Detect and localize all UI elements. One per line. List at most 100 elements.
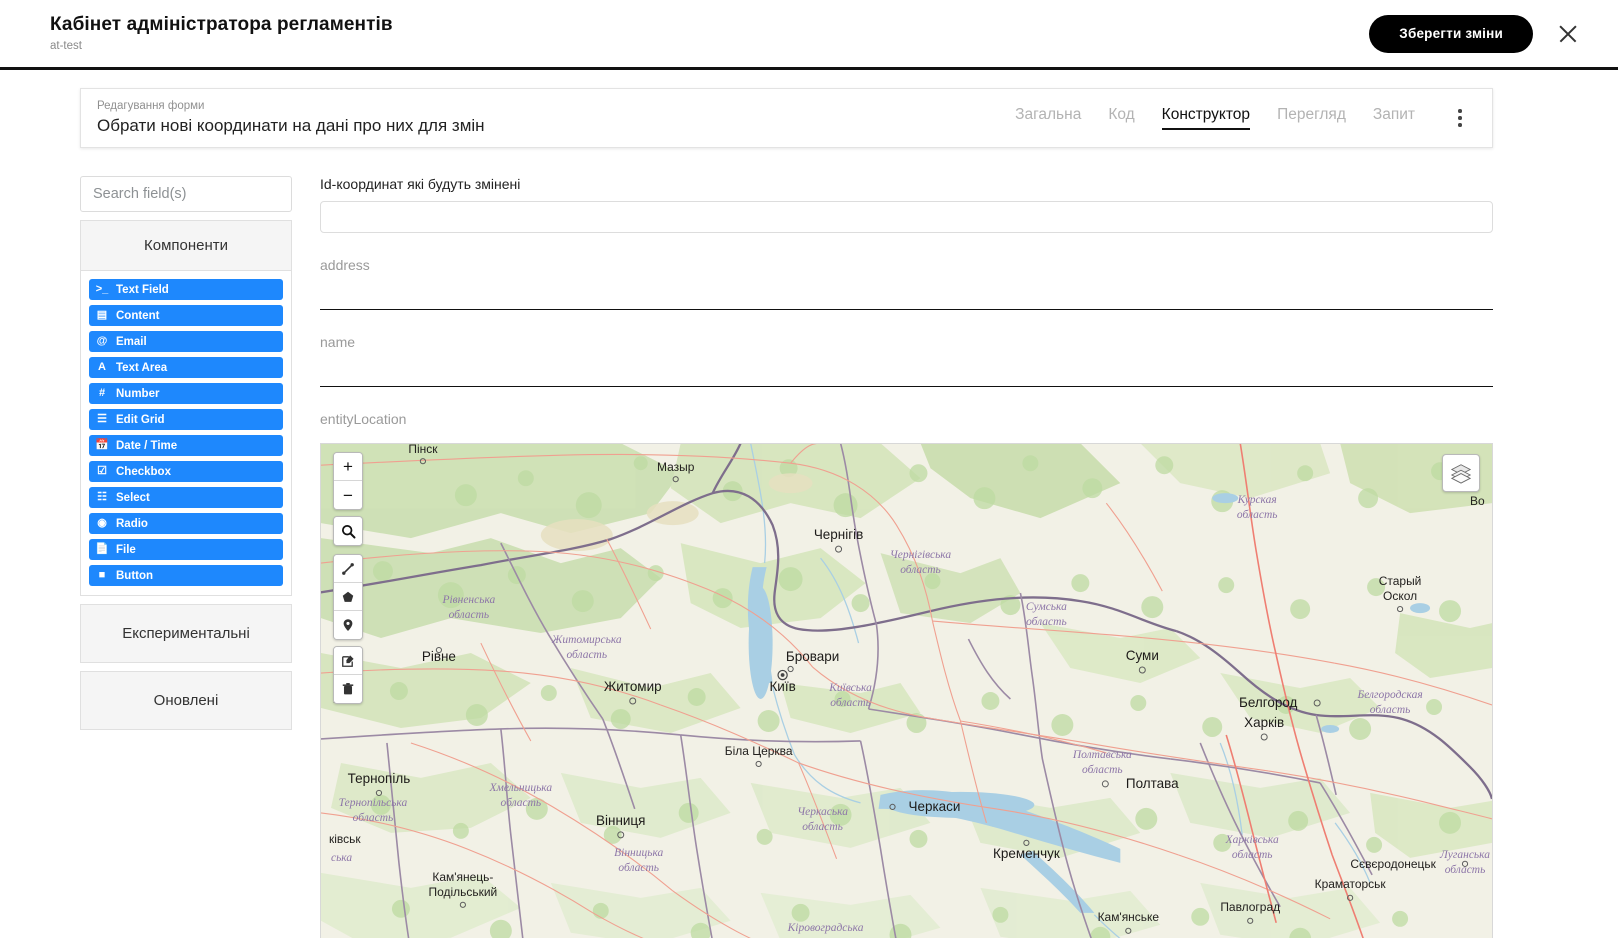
component-label: Radio (116, 517, 148, 530)
tab-kod[interactable]: Код (1108, 106, 1134, 130)
component-label: File (116, 543, 136, 556)
checkbox-icon: ☑ (97, 465, 107, 477)
components-sidebar: Компоненти >_ Text Field ▤ Content @ Ema… (80, 176, 292, 938)
edit-icon[interactable] (334, 647, 362, 675)
svg-text:Кам'янське: Кам'янське (1098, 910, 1160, 924)
svg-text:Пінск: Пінск (408, 444, 438, 456)
field-label: address (320, 257, 370, 273)
component-button[interactable]: ■ Button (89, 565, 283, 586)
component-text-area[interactable]: A Text Area (89, 357, 283, 378)
tab-pereglyad[interactable]: Перегляд (1277, 106, 1346, 130)
svg-text:Чернігів: Чернігів (814, 527, 863, 542)
svg-text:Житомирська: Житомирська (551, 634, 622, 646)
search-icon[interactable] (334, 517, 362, 545)
component-date-time[interactable]: 📅 Date / Time (89, 435, 283, 456)
component-radio[interactable]: ◉ Radio (89, 513, 283, 534)
content-icon: ▤ (96, 309, 108, 321)
svg-text:Старый: Старый (1379, 574, 1422, 588)
svg-text:Кам'янець-: Кам'янець- (432, 870, 493, 884)
component-label: Select (116, 491, 150, 504)
svg-text:Полтава: Полтава (1126, 776, 1179, 791)
select-icon: ☷ (97, 491, 107, 503)
polyline-icon[interactable] (334, 555, 362, 583)
svg-text:область: область (830, 696, 871, 709)
tab-zagalna[interactable]: Загальна (1015, 106, 1081, 130)
svg-text:Харківська: Харківська (1225, 834, 1279, 846)
id-coordinates-input[interactable] (320, 201, 1493, 233)
svg-text:область: область (1237, 508, 1278, 521)
form-header-card: Редагування форми Обрати нові координати… (80, 88, 1493, 148)
map-edit-controls (333, 646, 363, 704)
svg-text:Краматорськ: Краматорськ (1315, 877, 1387, 891)
kebab-dot (1458, 116, 1462, 120)
app-title-block: Кабінет адміністратора регламентів at-te… (50, 13, 393, 54)
component-checkbox[interactable]: ☑ Checkbox (89, 461, 283, 482)
grid-icon: ☰ (97, 413, 107, 425)
form-header-texts: Редагування форми Обрати нові координати… (97, 99, 485, 137)
close-icon[interactable] (1553, 19, 1583, 49)
trash-icon[interactable] (334, 675, 362, 703)
tab-konstruktor[interactable]: Конструктор (1161, 106, 1251, 130)
component-file[interactable]: 📄 File (89, 539, 283, 560)
entity-location-map[interactable]: Чернігівська область Сумська область Кур… (320, 443, 1493, 938)
svg-text:Біла Церква: Біла Церква (725, 744, 793, 758)
address-input[interactable] (320, 273, 1493, 310)
component-text-field[interactable]: >_ Text Field (89, 279, 283, 300)
updated-panel-header[interactable]: Оновлені (80, 671, 292, 730)
button-icon: ■ (98, 569, 106, 581)
zoom-out-button[interactable]: − (334, 481, 362, 509)
map-search-control (333, 516, 363, 546)
svg-text:область: область (1026, 615, 1067, 628)
polyline-icon-glyph (342, 562, 354, 575)
svg-text:область: область (1445, 863, 1486, 876)
component-label: Date / Time (116, 439, 178, 452)
component-number[interactable]: # Number (89, 383, 283, 404)
at-icon: @ (96, 335, 108, 347)
svg-text:область: область (1082, 763, 1123, 776)
zoom-in-button[interactable]: + (334, 453, 362, 481)
app-bar: Кабінет адміністратора регламентів at-te… (0, 0, 1618, 70)
component-email[interactable]: @ Email (89, 331, 283, 352)
map-zoom-controls: + − (333, 452, 363, 510)
components-panel-header[interactable]: Компоненти (81, 221, 291, 271)
experimental-panel-header[interactable]: Експериментальні (80, 604, 292, 663)
kebab-dot (1458, 123, 1462, 127)
polygon-icon-glyph (342, 591, 354, 602)
layers-icon[interactable] (1442, 454, 1480, 492)
svg-text:Мазыр: Мазыр (657, 460, 695, 474)
component-content[interactable]: ▤ Content (89, 305, 283, 326)
search-icon-glyph (341, 524, 355, 538)
more-vertical-icon[interactable] (1450, 104, 1470, 132)
svg-text:Хмельницька: Хмельницька (489, 782, 553, 794)
page-title: Кабінет адміністратора регламентів (50, 14, 393, 35)
search-input[interactable] (80, 176, 292, 212)
field-label: Id-координат які будуть змінені (320, 176, 521, 192)
polygon-icon[interactable] (334, 583, 362, 611)
component-edit-grid[interactable]: ☰ Edit Grid (89, 409, 283, 430)
svg-text:Черкаська: Черкаська (797, 806, 848, 818)
svg-text:Вінниця: Вінниця (596, 813, 645, 828)
terminal-icon: >_ (95, 283, 109, 295)
component-label: Text Field (116, 283, 169, 296)
trash-icon-glyph (342, 683, 354, 695)
svg-text:Подільський: Подільський (429, 885, 498, 899)
component-label: Content (116, 309, 160, 322)
name-input[interactable] (320, 350, 1493, 387)
svg-text:Житомир: Житомир (604, 679, 662, 694)
layers-icon-glyph (1450, 464, 1472, 484)
entity-location-label: entityLocation (320, 411, 407, 427)
marker-icon-glyph (343, 619, 353, 631)
svg-text:Сєвєродонецьк: Сєвєродонецьк (1350, 857, 1436, 871)
svg-text:Чернігівська: Чернігівська (890, 549, 952, 561)
svg-text:Белгород: Белгород (1239, 695, 1298, 710)
svg-text:Тернопільська: Тернопільська (339, 797, 408, 809)
save-button[interactable]: Зберегти зміни (1369, 14, 1533, 53)
file-icon: 📄 (95, 543, 109, 555)
builder-area: Компоненти >_ Text Field ▤ Content @ Ema… (0, 148, 1618, 938)
svg-text:область: область (618, 861, 659, 874)
svg-text:область: область (1232, 848, 1273, 861)
hash-icon: # (98, 387, 106, 399)
tab-zapyt[interactable]: Запит (1373, 106, 1415, 130)
marker-icon[interactable] (334, 611, 362, 639)
component-select[interactable]: ☷ Select (89, 487, 283, 508)
